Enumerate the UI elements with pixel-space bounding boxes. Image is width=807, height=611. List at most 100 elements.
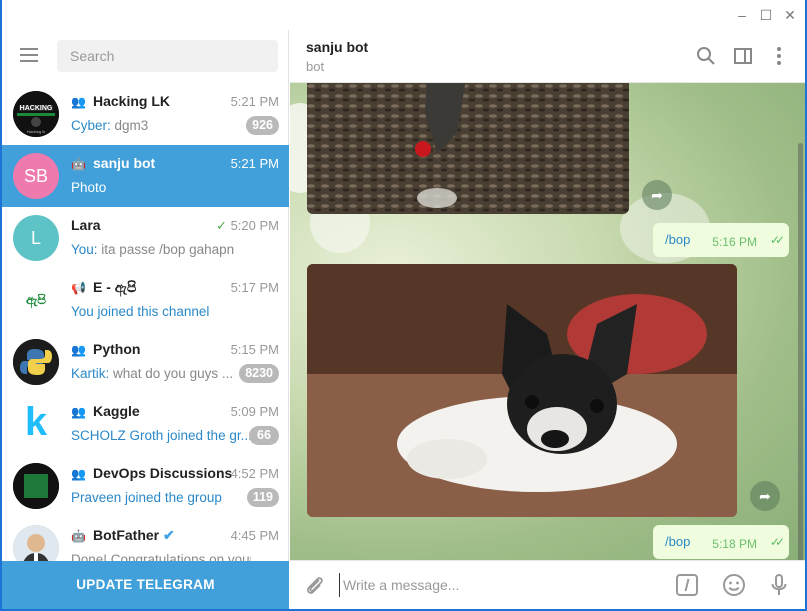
photo-message[interactable] [307, 264, 737, 517]
svg-text:Hacking lk: Hacking lk [27, 129, 45, 134]
photo-message[interactable] [307, 83, 629, 214]
message-text[interactable]: /bop [665, 534, 690, 549]
search-icon[interactable] [695, 45, 717, 67]
chat-preview: Praveen joined the group [71, 490, 222, 505]
python-logo-icon [13, 339, 59, 385]
forward-icon[interactable]: ➦ [642, 180, 672, 210]
telegram-window: – ☐ ✕ HACKING Hacking lk 👥 Hacking LK 5:21… [2, 0, 805, 609]
chat-name-text: sanju bot [93, 155, 156, 171]
chat-preview: You joined this channel [71, 304, 210, 319]
chat-name: 👥 Kaggle [71, 403, 140, 419]
sidebar-toggle-icon[interactable] [732, 45, 754, 67]
chat-name-text: BotFather [93, 527, 160, 543]
chat-name: Lara [71, 217, 101, 233]
microphone-icon[interactable] [767, 573, 791, 597]
avatar: L [13, 215, 59, 261]
avatar [13, 463, 59, 509]
chat-item-devops[interactable]: 👥 DevOps Discussions 4:52 PM Praveen join… [2, 455, 289, 517]
chat-name-text: Python [93, 341, 141, 357]
message-time: 5:16 PM [712, 235, 757, 249]
chat-time: ✓ 5:20 PM [216, 218, 279, 234]
chat-name-text: Hacking LK [93, 93, 171, 109]
read-ticks-icon: ✓✓ [769, 233, 785, 247]
chat-preview: SCHOLZ Groth joined the gr... [71, 428, 251, 443]
bot-icon: 🤖 [71, 157, 86, 171]
chat-name: 👥 DevOps Discussions [71, 465, 232, 481]
chat-sender: You: [71, 242, 98, 257]
peer-status: bot [306, 59, 325, 74]
unread-badge: 66 [249, 426, 279, 445]
read-ticks-icon: ✓✓ [769, 535, 785, 549]
chat-time: 5:15 PM [230, 342, 279, 357]
verified-icon: ✔ [163, 527, 175, 543]
more-options-icon[interactable] [768, 45, 790, 67]
search-input[interactable] [57, 40, 278, 72]
avatar: SB [13, 153, 59, 199]
chat-preview: Cyber: dgm3 [71, 118, 251, 133]
attach-icon[interactable] [303, 573, 327, 597]
message-list[interactable]: ➦ /bop 5:16 PM ✓✓ ➦ /bop 5:18 PM ✓✓ [290, 83, 805, 560]
chat-panel: sanju bot bot ➦ /bop 5:16 PM ✓✓ ➦ /bop 5… [290, 30, 805, 609]
chat-time: 4:45 PM [230, 528, 279, 543]
maximize-icon[interactable]: ☐ [757, 6, 775, 24]
minimize-icon[interactable]: – [733, 6, 751, 24]
sidebar: HACKING Hacking lk 👥 Hacking LK 5:21 PM Cy… [2, 30, 289, 609]
chat-time: 5:17 PM [230, 280, 279, 295]
message-input[interactable] [339, 573, 669, 597]
chat-name: 📢 E - ඇපි [71, 279, 136, 296]
megaphone-icon: 📢 [71, 281, 86, 295]
chat-name: 🤖 sanju bot [71, 155, 155, 171]
unread-badge: 119 [246, 488, 279, 507]
svg-text:HACKING: HACKING [20, 105, 53, 112]
group-icon: 👥 [71, 467, 86, 481]
chat-preview: You: ita passe /bop gahapn [71, 242, 251, 257]
hamburger-menu-icon[interactable] [20, 48, 38, 62]
chat-name-text: DevOps Discussions [93, 465, 233, 481]
close-icon[interactable]: ✕ [781, 6, 799, 24]
chat-preview-text: ita passe /bop gahapn [97, 242, 235, 257]
chat-time: 5:09 PM [230, 404, 279, 419]
message-time: 5:18 PM [712, 537, 757, 551]
avatar: ඇපි [13, 277, 59, 323]
chat-item-lara[interactable]: L Lara ✓ 5:20 PM You: ita passe /bop gah… [2, 207, 289, 269]
forward-icon[interactable]: ➦ [750, 481, 780, 511]
chat-preview: Photo [71, 180, 107, 195]
chat-item-hacking-lk[interactable]: HACKING Hacking lk 👥 Hacking LK 5:21 PM Cy… [2, 83, 289, 145]
group-icon: 👥 [71, 95, 86, 109]
chat-item-python[interactable]: 👥 Python 5:15 PM Kartik: what do you guys… [2, 331, 289, 393]
outgoing-message[interactable]: /bop 5:16 PM ✓✓ [653, 223, 789, 257]
chat-preview: Kartik: what do you guys ... [71, 366, 251, 381]
chat-name-text: E - ඇපි [93, 279, 137, 295]
scrollbar[interactable] [798, 143, 803, 560]
group-icon: 👥 [71, 343, 86, 357]
unread-badge: 926 [246, 116, 279, 135]
chat-preview-text: what do you guys ... [109, 366, 234, 381]
avatar: HACKING Hacking lk [13, 91, 59, 137]
composer [290, 560, 805, 609]
chat-item-sanju-bot[interactable]: SB 🤖 sanju bot 5:21 PM Photo [2, 145, 289, 207]
chat-time: 4:52 PM [230, 466, 279, 481]
chat-item-kaggle[interactable]: k 👥 Kaggle 5:09 PM SCHOLZ Groth joined th… [2, 393, 289, 455]
chat-sender: Cyber: [71, 118, 111, 133]
unread-badge: 8230 [239, 364, 279, 383]
chat-item-e-channel[interactable]: ඇපි 📢 E - ඇපි 5:17 PM You joined this cha… [2, 269, 289, 331]
peer-name[interactable]: sanju bot [306, 39, 368, 55]
chat-time-text: 5:20 PM [230, 218, 279, 233]
chat-name: 👥 Hacking LK [71, 93, 170, 109]
bot-icon: 🤖 [71, 529, 86, 543]
outgoing-message[interactable]: /bop 5:18 PM ✓✓ [653, 525, 789, 559]
chat-time: 5:21 PM [230, 156, 279, 171]
chat-name: 🤖 BotFather ✔ [71, 527, 175, 544]
chat-time: 5:21 PM [230, 94, 279, 109]
group-icon: 👥 [71, 405, 86, 419]
read-check-icon: ✓ [216, 218, 231, 233]
emoji-icon[interactable] [722, 573, 746, 597]
bot-commands-icon[interactable] [675, 573, 699, 597]
kaggle-logo-icon: k [13, 401, 59, 447]
chat-sender: Kartik: [71, 366, 110, 381]
chat-preview-text: dgm3 [110, 118, 149, 133]
update-telegram-button[interactable]: UPDATE TELEGRAM [2, 561, 289, 609]
chat-name-text: Kaggle [93, 403, 140, 419]
message-text[interactable]: /bop [665, 232, 690, 247]
title-bar: – ☐ ✕ [2, 0, 805, 30]
